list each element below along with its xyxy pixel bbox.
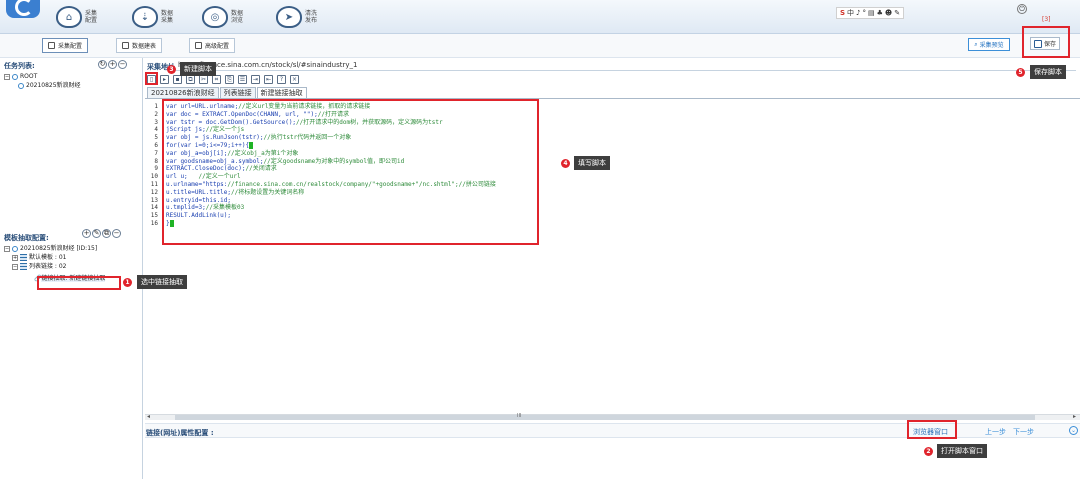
grid-icon [195, 42, 202, 49]
sub-toolbar: 采集配置 数据建表 高级配置 [0, 34, 1080, 58]
line-number: 5 [154, 134, 158, 142]
save-button[interactable]: 保存 [1030, 37, 1060, 50]
highlight-new-script [145, 72, 158, 85]
paste-icon[interactable]: ⎘ [225, 74, 234, 84]
add-icon[interactable]: + [108, 60, 117, 69]
callout-new-script: 新建脚本 [180, 62, 216, 76]
tab-list-link[interactable]: 列表链接 [219, 87, 256, 98]
run-icon[interactable]: ▸ [160, 74, 169, 84]
help-icon[interactable]: ? [277, 74, 286, 84]
line-number: 16 [150, 219, 158, 227]
add-icon[interactable]: + [82, 229, 91, 238]
panel-divider [142, 58, 143, 479]
tab-data-table[interactable]: 数据建表 [116, 38, 163, 53]
editor-tabs: 20210826新浪财经 列表链接 新建链接抽取 [147, 87, 308, 98]
line-number: 14 [150, 204, 158, 212]
browse-icon: ◎ [202, 6, 228, 28]
tpl-root[interactable]: −20210825新浪财经 [ID:15] [4, 244, 105, 253]
tab-task[interactable]: 20210826新浪财经 [147, 87, 219, 98]
top-bar: ⌂ 采集 配置 ⇣ 数据 采集 ◎ 数据 浏览 ➤ 清洗 发布 S 中 ♪ ° ▤ ♣ … [0, 0, 1080, 34]
template-tree-controls: + ✎ ⧉ − [81, 229, 121, 238]
download-icon: ⇣ [132, 6, 158, 28]
edit-icon[interactable]: ✎ [92, 229, 101, 238]
folder-icon [12, 245, 18, 252]
callout-save-script: 保存脚本 [1030, 65, 1066, 79]
line-numbers: 1 2 3 4 5 6 7 8 9 10 11 12 13 14 15 16 [145, 103, 158, 228]
collect-preview-button[interactable]: ⌕ 采集预览 [968, 38, 1010, 51]
line-number: 13 [150, 196, 158, 204]
scroll-thumb[interactable] [175, 415, 1035, 420]
refresh-icon[interactable]: ↻ [98, 60, 107, 69]
remove-icon[interactable]: − [118, 60, 127, 69]
line-number: 11 [150, 180, 158, 188]
line-number: 10 [150, 173, 158, 181]
line-number: 9 [154, 165, 158, 173]
edit-icon [48, 42, 55, 49]
scroll-left-icon[interactable]: ◂ [147, 413, 150, 420]
tab-new-link-extract[interactable]: 新建链接抽取 [256, 87, 307, 98]
callout-write-script: 填写脚本 [574, 156, 610, 170]
table-icon [122, 42, 129, 49]
task-tree: − ROOT 20210825新浪财经 [4, 72, 81, 90]
nav-data-collect[interactable]: ⇣ 数据 采集 [132, 2, 177, 32]
highlight-script [162, 99, 539, 245]
line-number: 7 [154, 149, 158, 157]
table-icon [20, 263, 27, 270]
collapse-icon[interactable]: ⌄ [1069, 426, 1078, 435]
tab-collect-config[interactable]: 采集配置 [42, 38, 89, 53]
tab-advanced-config[interactable]: 高级配置 [189, 38, 236, 53]
nav-collect-config[interactable]: ⌂ 采集 配置 [56, 2, 101, 32]
power-icon[interactable]: ⏻ [1017, 4, 1027, 14]
copy-icon[interactable]: ⧉ [102, 229, 111, 238]
line-number: 12 [150, 188, 158, 196]
step-badge-5: 5 [1016, 68, 1025, 77]
line-number: 8 [154, 157, 158, 165]
search-icon: ⌕ [974, 40, 978, 48]
tpl-item-default[interactable]: + 默认模板 : 01 [4, 253, 105, 262]
save-icon [1033, 39, 1042, 48]
task-list-header: 任务列表: [4, 62, 35, 70]
folder-icon [18, 82, 24, 89]
nav-clean-publish[interactable]: ➤ 清洗 发布 [276, 2, 321, 32]
scroll-right-icon[interactable]: ▸ [1073, 413, 1076, 420]
nav-data-browse[interactable]: ◎ 数据 浏览 [202, 2, 247, 32]
app-logo [6, 0, 40, 18]
line-number: 3 [154, 118, 158, 126]
step-badge-3: 3 [167, 65, 176, 74]
step-badge-2: 2 [924, 447, 933, 456]
home-icon: ⌂ [56, 6, 82, 28]
folder-icon [12, 73, 18, 80]
line-number: 1 [154, 103, 158, 110]
indent-icon[interactable]: ⇥ [251, 74, 260, 84]
tree-task-node[interactable]: 20210825新浪财经 [4, 81, 81, 90]
highlight-link-extract [37, 276, 121, 290]
next-step-link[interactable]: 下一步 [1013, 427, 1034, 437]
prev-step-link[interactable]: 上一步 [985, 427, 1006, 437]
task-tree-controls: ↻ + − [97, 60, 127, 69]
publish-icon: ➤ [276, 6, 302, 28]
highlight-browser-window [907, 420, 957, 439]
line-number: 15 [150, 212, 158, 220]
template-config-header: 模板抽取配置: [4, 234, 49, 242]
remove-icon[interactable]: − [112, 229, 121, 238]
step-badge-1: 1 [123, 278, 132, 287]
close-icon[interactable]: × [290, 74, 299, 84]
step-badge-4: 4 [561, 159, 570, 168]
table-icon [20, 254, 27, 261]
ime-tray[interactable]: S 中 ♪ ° ▤ ♣ ☻ ✎ [836, 7, 905, 19]
line-number: 6 [154, 141, 158, 149]
line-number: 4 [154, 126, 158, 134]
list-icon[interactable]: ☰ [238, 74, 247, 84]
link-attr-header: 链接(网址)属性配置 : [146, 429, 214, 437]
tpl-item-list[interactable]: − 列表链接 : 02 [4, 262, 105, 271]
editor-toolbar: ▯ ▸ ▪ ⧉ ✂ ⌗ ⎘ ☰ ⇥ ⇤ ? × [147, 73, 347, 85]
callout-open-window: 打开脚本窗口 [937, 444, 987, 458]
line-number: 2 [154, 110, 158, 118]
callout-select-link: 选中链接抽取 [137, 275, 187, 289]
count-label: [3] [1042, 16, 1051, 23]
tree-root[interactable]: − ROOT [4, 72, 81, 81]
url-field[interactable]: http://finance.sina.com.cn/stock/sl/#sin… [176, 60, 1076, 71]
outdent-icon[interactable]: ⇤ [264, 74, 273, 84]
